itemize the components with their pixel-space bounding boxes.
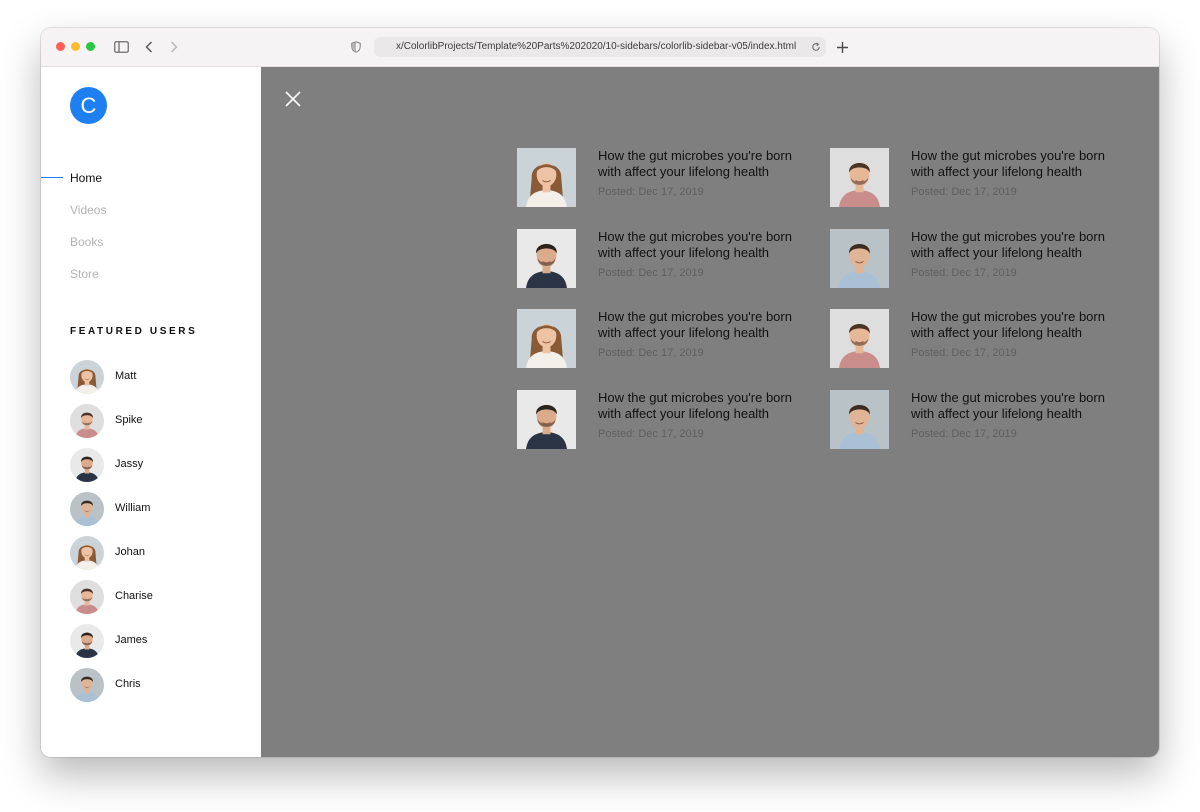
featured-user[interactable]: Jassy	[70, 448, 250, 482]
featured-user[interactable]: William	[70, 492, 250, 526]
reload-icon[interactable]	[810, 40, 822, 54]
post-date: Posted: Dec 17, 2019	[911, 186, 1017, 198]
user-name: Charise	[115, 590, 153, 602]
shield-icon[interactable]	[350, 37, 362, 57]
nav-item-videos[interactable]: Videos	[70, 203, 106, 217]
user-name: Johan	[115, 546, 145, 558]
browser-toolbar: x/ColorlibProjects/Template%20Parts%2020…	[41, 28, 1159, 67]
post-thumbnail	[517, 229, 576, 288]
plus-icon[interactable]	[835, 37, 849, 57]
featured-user[interactable]: Johan	[70, 536, 250, 570]
user-name: Chris	[115, 678, 141, 690]
featured-user[interactable]: Matt	[70, 360, 250, 394]
avatar	[70, 448, 104, 482]
avatar	[70, 668, 104, 702]
avatar	[70, 360, 104, 394]
avatar	[70, 624, 104, 658]
post-date: Posted: Dec 17, 2019	[598, 347, 704, 359]
avatar	[70, 492, 104, 526]
post-card[interactable]: How the gut microbes you're born with af…	[830, 309, 1120, 369]
minimize-window-button[interactable]	[71, 42, 80, 51]
featured-user[interactable]: Chris	[70, 668, 250, 702]
post-title[interactable]: How the gut microbes you're born with af…	[598, 390, 810, 421]
post-title[interactable]: How the gut microbes you're born with af…	[911, 309, 1123, 340]
featured-user[interactable]: James	[70, 624, 250, 658]
post-card[interactable]: How the gut microbes you're born with af…	[517, 390, 807, 450]
featured-user[interactable]: Charise	[70, 580, 250, 614]
post-card[interactable]: How the gut microbes you're born with af…	[517, 229, 807, 289]
post-title[interactable]: How the gut microbes you're born with af…	[598, 229, 810, 260]
user-name: Spike	[115, 414, 143, 426]
avatar	[70, 580, 104, 614]
post-title[interactable]: How the gut microbes you're born with af…	[911, 229, 1123, 260]
active-nav-indicator	[41, 177, 63, 178]
avatar	[70, 536, 104, 570]
close-window-button[interactable]	[56, 42, 65, 51]
post-thumbnail	[830, 148, 889, 207]
content-overlay: How the gut microbes you're born with af…	[261, 67, 1159, 757]
chevron-left-icon[interactable]	[143, 37, 155, 57]
post-date: Posted: Dec 17, 2019	[911, 347, 1017, 359]
post-title[interactable]: How the gut microbes you're born with af…	[911, 390, 1123, 421]
post-card[interactable]: How the gut microbes you're born with af…	[830, 229, 1120, 289]
post-date: Posted: Dec 17, 2019	[598, 428, 704, 440]
logo[interactable]: C	[70, 87, 107, 124]
address-bar[interactable]: x/ColorlibProjects/Template%20Parts%2020…	[374, 37, 826, 57]
post-date: Posted: Dec 17, 2019	[911, 428, 1017, 440]
user-name: Matt	[115, 370, 137, 382]
post-card[interactable]: How the gut microbes you're born with af…	[830, 148, 1120, 208]
post-date: Posted: Dec 17, 2019	[598, 186, 704, 198]
post-thumbnail	[517, 309, 576, 368]
nav-item-store[interactable]: Store	[70, 267, 99, 281]
post-thumbnail	[830, 309, 889, 368]
sidebar-toggle-icon[interactable]	[113, 37, 129, 57]
url-text: x/ColorlibProjects/Template%20Parts%2020…	[396, 41, 797, 52]
zoom-window-button[interactable]	[86, 42, 95, 51]
post-card[interactable]: How the gut microbes you're born with af…	[830, 390, 1120, 450]
user-name: William	[115, 502, 151, 514]
nav-item-books[interactable]: Books	[70, 235, 103, 249]
post-thumbnail	[517, 390, 576, 449]
sidebar: C Home Videos Books Store FEATURED USERS…	[41, 67, 261, 757]
browser-window: x/ColorlibProjects/Template%20Parts%2020…	[41, 28, 1159, 757]
chevron-right-icon[interactable]	[168, 37, 180, 57]
post-thumbnail	[830, 390, 889, 449]
post-card[interactable]: How the gut microbes you're born with af…	[517, 148, 807, 208]
close-icon[interactable]	[283, 89, 303, 109]
post-date: Posted: Dec 17, 2019	[911, 267, 1017, 279]
user-name: James	[115, 634, 148, 646]
avatar	[70, 404, 104, 438]
featured-users-heading: FEATURED USERS	[70, 326, 198, 337]
post-card[interactable]: How the gut microbes you're born with af…	[517, 309, 807, 369]
post-title[interactable]: How the gut microbes you're born with af…	[598, 148, 810, 179]
user-name: Jassy	[115, 458, 144, 470]
post-thumbnail	[830, 229, 889, 288]
featured-user[interactable]: Spike	[70, 404, 250, 438]
post-title[interactable]: How the gut microbes you're born with af…	[911, 148, 1123, 179]
post-date: Posted: Dec 17, 2019	[598, 267, 704, 279]
nav-item-home[interactable]: Home	[70, 171, 102, 185]
post-title[interactable]: How the gut microbes you're born with af…	[598, 309, 810, 340]
post-thumbnail	[517, 148, 576, 207]
